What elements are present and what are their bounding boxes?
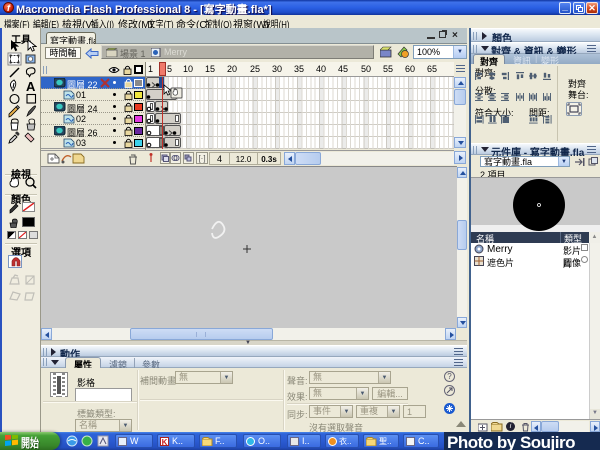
svg-text:A: A xyxy=(26,79,36,94)
